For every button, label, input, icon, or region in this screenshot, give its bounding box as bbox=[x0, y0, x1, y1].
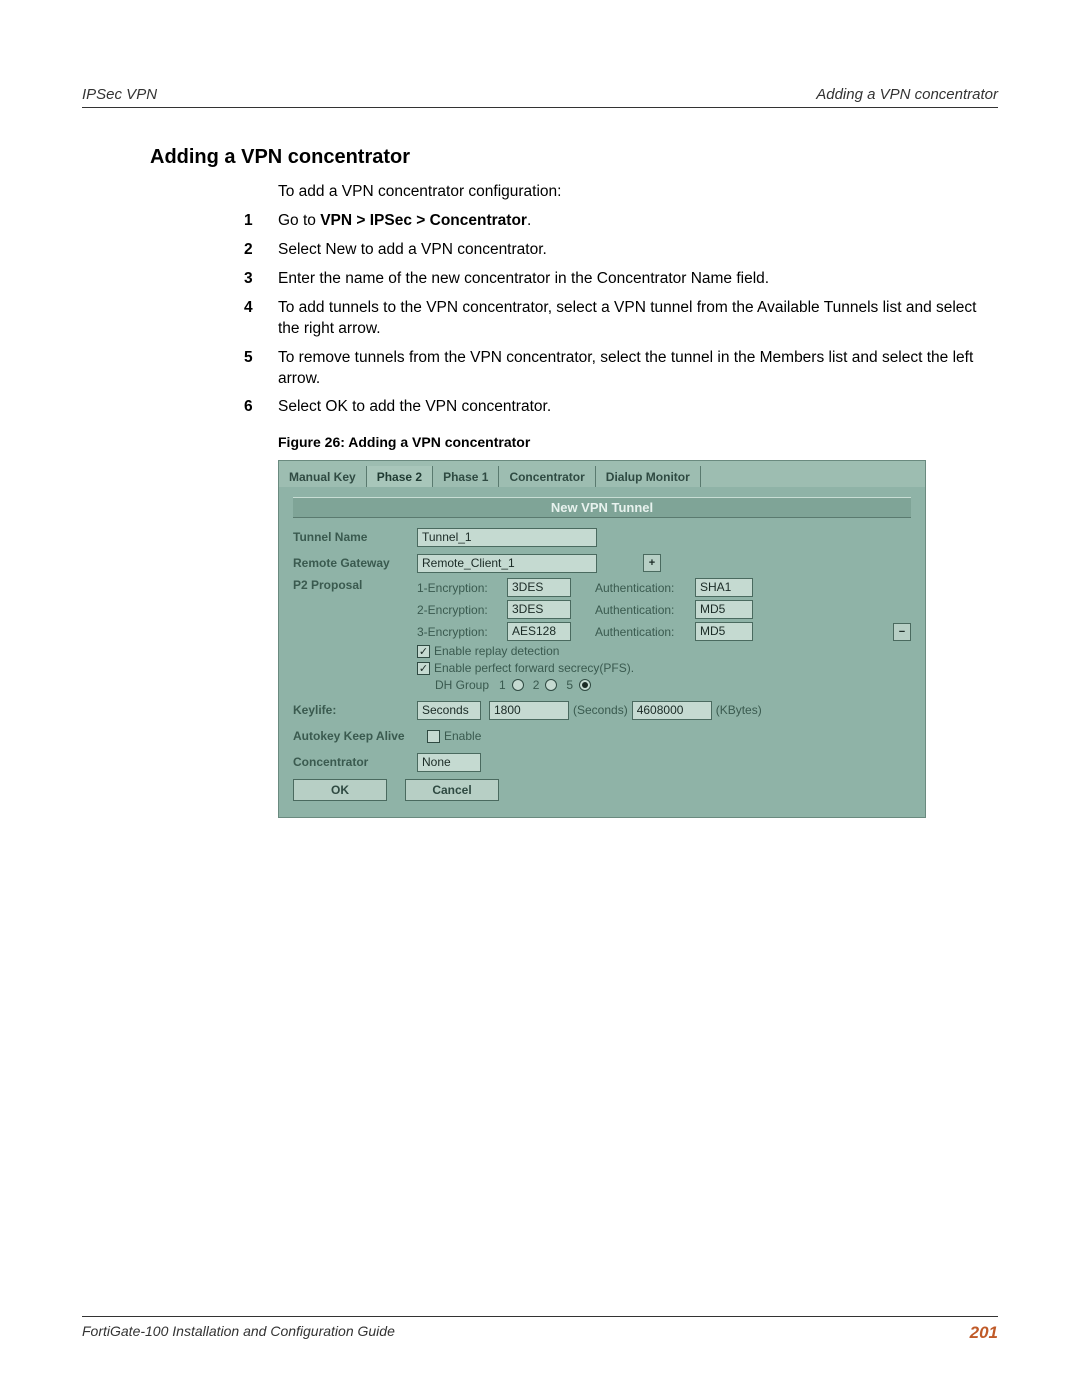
autokey-label: Autokey Keep Alive bbox=[293, 729, 427, 743]
dh-group-label: DH Group bbox=[435, 678, 489, 692]
intro-text: To add a VPN concentrator configuration: bbox=[278, 183, 998, 201]
page-number: 201 bbox=[970, 1323, 998, 1343]
tunnel-name-input[interactable]: Tunnel_1 bbox=[417, 528, 597, 547]
dh-option-5: 5 bbox=[566, 678, 573, 692]
concentrator-label: Concentrator bbox=[293, 755, 417, 769]
dh-option-1: 1 bbox=[499, 678, 506, 692]
enc2-select[interactable]: 3DES bbox=[507, 600, 571, 619]
enc1-select[interactable]: 3DES bbox=[507, 578, 571, 597]
tab-phase-1[interactable]: Phase 1 bbox=[433, 466, 499, 487]
step-2: 2 Select New to add a VPN concentrator. bbox=[244, 240, 998, 261]
step-body: To add tunnels to the VPN concentrator, … bbox=[278, 298, 998, 340]
step-6: 6 Select OK to add the VPN concentrator. bbox=[244, 397, 998, 418]
keylife-kbytes-suffix: (KBytes) bbox=[716, 703, 762, 717]
tab-manual-key[interactable]: Manual Key bbox=[279, 466, 367, 487]
section-title: Adding a VPN concentrator bbox=[150, 146, 998, 169]
step-number: 5 bbox=[244, 348, 278, 390]
tab-phase-2[interactable]: Phase 2 bbox=[367, 466, 433, 487]
dh-radio-1[interactable] bbox=[512, 679, 524, 691]
p2-row-1: 1-Encryption: 3DES Authentication: SHA1 bbox=[417, 578, 911, 597]
step-number: 3 bbox=[244, 269, 278, 290]
tab-concentrator[interactable]: Concentrator bbox=[499, 466, 595, 487]
keylife-unit-select[interactable]: Seconds bbox=[417, 701, 481, 720]
p2-proposal-label: P2 Proposal bbox=[293, 578, 417, 592]
screenshot-panel: Manual Key Phase 2 Phase 1 Concentrator … bbox=[278, 460, 926, 818]
keylife-label: Keylife: bbox=[293, 703, 417, 717]
auth3-select[interactable]: MD5 bbox=[695, 622, 753, 641]
pfs-checkbox[interactable]: ✓ bbox=[417, 662, 430, 675]
enc3-label: 3-Encryption: bbox=[417, 625, 507, 639]
steps-list: 1 Go to VPN > IPSec > Concentrator. 2 Se… bbox=[244, 211, 998, 418]
dh-radio-5[interactable] bbox=[579, 679, 591, 691]
auth1-select[interactable]: SHA1 bbox=[695, 578, 753, 597]
step-5: 5 To remove tunnels from the VPN concent… bbox=[244, 348, 998, 390]
header-right: Adding a VPN concentrator bbox=[816, 86, 998, 103]
header-left: IPSec VPN bbox=[82, 86, 157, 103]
footer-title: FortiGate-100 Installation and Configura… bbox=[82, 1323, 395, 1343]
keylife-kbytes-input[interactable]: 4608000 bbox=[632, 701, 712, 720]
dh-option-2: 2 bbox=[533, 678, 540, 692]
step-number: 1 bbox=[244, 211, 278, 232]
replay-checkbox[interactable]: ✓ bbox=[417, 645, 430, 658]
concentrator-select[interactable]: None bbox=[417, 753, 481, 772]
page-header: IPSec VPN Adding a VPN concentrator bbox=[82, 86, 998, 108]
figure-caption: Figure 26: Adding a VPN concentrator bbox=[278, 434, 998, 450]
p2-row-2: 2-Encryption: 3DES Authentication: MD5 bbox=[417, 600, 911, 619]
tunnel-name-label: Tunnel Name bbox=[293, 530, 417, 544]
auth2-select[interactable]: MD5 bbox=[695, 600, 753, 619]
cancel-button[interactable]: Cancel bbox=[405, 779, 499, 801]
tab-dialup-monitor[interactable]: Dialup Monitor bbox=[596, 466, 701, 487]
tab-bar: Manual Key Phase 2 Phase 1 Concentrator … bbox=[279, 461, 925, 487]
autokey-checkbox[interactable] bbox=[427, 730, 440, 743]
dh-radio-2[interactable] bbox=[545, 679, 557, 691]
enc2-label: 2-Encryption: bbox=[417, 603, 507, 617]
step-3: 3 Enter the name of the new concentrator… bbox=[244, 269, 998, 290]
step-body: Go to VPN > IPSec > Concentrator. bbox=[278, 211, 998, 232]
enc3-select[interactable]: AES128 bbox=[507, 622, 571, 641]
page-footer: FortiGate-100 Installation and Configura… bbox=[82, 1316, 998, 1343]
auth1-label: Authentication: bbox=[595, 581, 695, 595]
replay-label: Enable replay detection bbox=[434, 644, 559, 658]
step-body: Select New to add a VPN concentrator. bbox=[278, 240, 998, 261]
p2-row-3: 3-Encryption: AES128 Authentication: MD5… bbox=[417, 622, 911, 641]
step-body: Select OK to add the VPN concentrator. bbox=[278, 397, 998, 418]
enc1-label: 1-Encryption: bbox=[417, 581, 507, 595]
panel-title: New VPN Tunnel bbox=[293, 497, 911, 518]
remove-proposal-button[interactable]: − bbox=[893, 623, 911, 641]
step-number: 2 bbox=[244, 240, 278, 261]
add-gateway-button[interactable]: + bbox=[643, 554, 661, 572]
keylife-seconds-suffix: (Seconds) bbox=[573, 703, 628, 717]
step-body: Enter the name of the new concentrator i… bbox=[278, 269, 998, 290]
step-number: 4 bbox=[244, 298, 278, 340]
autokey-enable-text: Enable bbox=[444, 729, 481, 743]
keylife-seconds-input[interactable]: 1800 bbox=[489, 701, 569, 720]
remote-gateway-select[interactable]: Remote_Client_1 bbox=[417, 554, 597, 573]
ok-button[interactable]: OK bbox=[293, 779, 387, 801]
pfs-label: Enable perfect forward secrecy(PFS). bbox=[434, 661, 634, 675]
step-1: 1 Go to VPN > IPSec > Concentrator. bbox=[244, 211, 998, 232]
step-number: 6 bbox=[244, 397, 278, 418]
remote-gateway-label: Remote Gateway bbox=[293, 556, 417, 570]
auth3-label: Authentication: bbox=[595, 625, 695, 639]
step-body: To remove tunnels from the VPN concentra… bbox=[278, 348, 998, 390]
step-4: 4 To add tunnels to the VPN concentrator… bbox=[244, 298, 998, 340]
auth2-label: Authentication: bbox=[595, 603, 695, 617]
